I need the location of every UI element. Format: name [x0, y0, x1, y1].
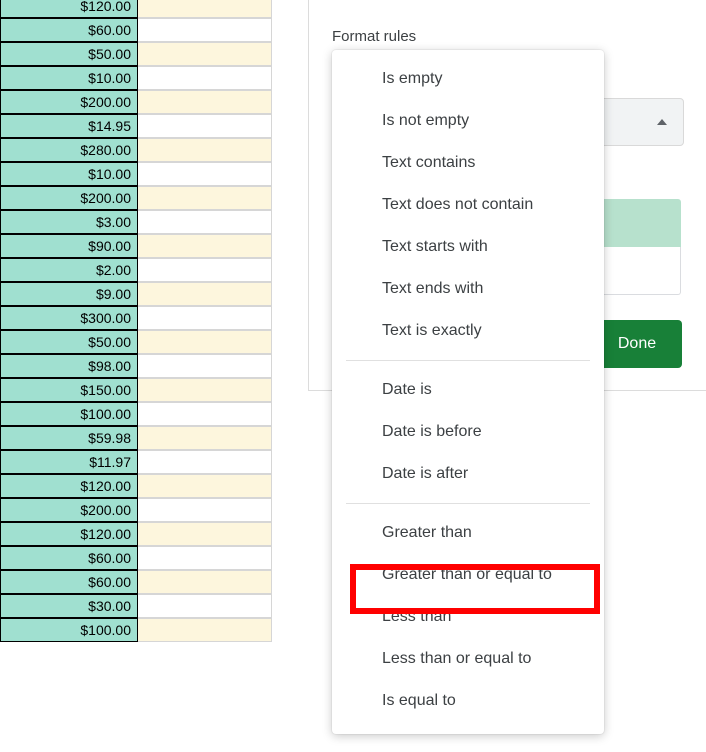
cell-empty[interactable] — [138, 186, 272, 210]
cell-value[interactable]: $280.00 — [0, 138, 138, 162]
cell-empty[interactable] — [138, 498, 272, 522]
cell-value[interactable]: $3.00 — [0, 210, 138, 234]
menu-item-text-does-not-contain[interactable]: Text does not contain — [332, 184, 604, 226]
cell-value[interactable]: $60.00 — [0, 570, 138, 594]
cell-empty[interactable] — [138, 282, 272, 306]
cell-empty[interactable] — [138, 402, 272, 426]
cell-value[interactable]: $100.00 — [0, 618, 138, 642]
format-rules-label: Format rules — [332, 28, 416, 45]
menu-item-text-contains[interactable]: Text contains — [332, 142, 604, 184]
cell-empty[interactable] — [138, 42, 272, 66]
cell-empty[interactable] — [138, 138, 272, 162]
cell-empty[interactable] — [138, 354, 272, 378]
cell-empty[interactable] — [138, 306, 272, 330]
caret-up-icon — [657, 119, 667, 125]
panel-divider — [308, 0, 309, 390]
cell-value[interactable]: $60.00 — [0, 18, 138, 42]
cell-value[interactable]: $50.00 — [0, 330, 138, 354]
cell-value[interactable]: $60.00 — [0, 546, 138, 570]
cell-empty[interactable] — [138, 18, 272, 42]
cell-empty[interactable] — [138, 258, 272, 282]
cell-value[interactable]: $150.00 — [0, 378, 138, 402]
cell-empty[interactable] — [138, 330, 272, 354]
cell-value[interactable]: $200.00 — [0, 90, 138, 114]
cell-value[interactable]: $98.00 — [0, 354, 138, 378]
cell-value[interactable]: $11.97 — [0, 450, 138, 474]
cell-value[interactable]: $59.98 — [0, 426, 138, 450]
cell-empty[interactable] — [138, 594, 272, 618]
cell-empty[interactable] — [138, 66, 272, 90]
cell-empty[interactable] — [138, 546, 272, 570]
cell-value[interactable]: $50.00 — [0, 42, 138, 66]
format-condition-menu: Is empty Is not empty Text contains Text… — [332, 50, 604, 734]
cell-empty[interactable] — [138, 114, 272, 138]
menu-item-less-than[interactable]: Less than — [332, 596, 604, 638]
cell-empty[interactable] — [138, 378, 272, 402]
menu-item-text-starts-with[interactable]: Text starts with — [332, 226, 604, 268]
menu-item-text-ends-with[interactable]: Text ends with — [332, 268, 604, 310]
menu-separator — [346, 503, 590, 504]
cell-empty[interactable] — [138, 0, 272, 18]
cell-value[interactable]: $10.00 — [0, 162, 138, 186]
menu-item-is-equal-to[interactable]: Is equal to — [332, 680, 604, 722]
spreadsheet-grid[interactable]: $120.00 $60.00 $50.00 $10.00 $200.00 $14… — [0, 0, 275, 642]
cell-value[interactable]: $120.00 — [0, 0, 138, 18]
menu-item-date-is-before[interactable]: Date is before — [332, 411, 604, 453]
cell-empty[interactable] — [138, 450, 272, 474]
cell-empty[interactable] — [138, 162, 272, 186]
done-button[interactable]: Done — [592, 320, 682, 368]
cell-empty[interactable] — [138, 426, 272, 450]
cell-value[interactable]: $300.00 — [0, 306, 138, 330]
cell-empty[interactable] — [138, 474, 272, 498]
cell-value[interactable]: $10.00 — [0, 66, 138, 90]
menu-item-greater-than-or-equal-to[interactable]: Greater than or equal to — [332, 554, 604, 596]
menu-item-text-is-exactly[interactable]: Text is exactly — [332, 310, 604, 352]
menu-item-date-is-after[interactable]: Date is after — [332, 453, 604, 495]
cell-value[interactable]: $120.00 — [0, 522, 138, 546]
cell-empty[interactable] — [138, 234, 272, 258]
cell-value[interactable]: $200.00 — [0, 498, 138, 522]
cell-value[interactable]: $120.00 — [0, 474, 138, 498]
cell-value[interactable]: $2.00 — [0, 258, 138, 282]
cell-value[interactable]: $200.00 — [0, 186, 138, 210]
cell-empty[interactable] — [138, 522, 272, 546]
cell-value[interactable]: $9.00 — [0, 282, 138, 306]
menu-item-greater-than[interactable]: Greater than — [332, 512, 604, 554]
menu-item-is-not-empty[interactable]: Is not empty — [332, 100, 604, 142]
cell-value[interactable]: $14.95 — [0, 114, 138, 138]
cell-empty[interactable] — [138, 90, 272, 114]
menu-item-date-is[interactable]: Date is — [332, 369, 604, 411]
menu-separator — [346, 360, 590, 361]
cell-empty[interactable] — [138, 210, 272, 234]
cell-empty[interactable] — [138, 570, 272, 594]
menu-item-is-empty[interactable]: Is empty — [332, 58, 604, 100]
menu-item-less-than-or-equal-to[interactable]: Less than or equal to — [332, 638, 604, 680]
cell-value[interactable]: $90.00 — [0, 234, 138, 258]
cell-empty[interactable] — [138, 618, 272, 642]
cell-value[interactable]: $30.00 — [0, 594, 138, 618]
cell-value[interactable]: $100.00 — [0, 402, 138, 426]
